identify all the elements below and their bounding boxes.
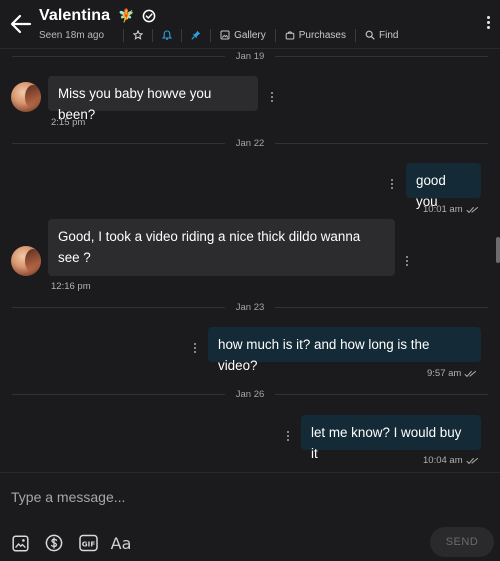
header-meta-row: Seen 18m ago Gallery Purchases Find <box>39 28 398 42</box>
message-time: 10:04 am <box>423 455 480 466</box>
double-check-icon <box>466 206 478 213</box>
date-label: Jan 26 <box>235 388 265 400</box>
dollar-icon <box>45 534 62 552</box>
date-label: Jan 23 <box>235 301 265 313</box>
message-composer: GIF Aa SEND <box>0 472 500 561</box>
contact-name[interactable]: Valentina <box>39 7 110 25</box>
gallery-icon <box>220 30 230 40</box>
text-format-button[interactable]: Aa <box>110 533 132 553</box>
message-time: 2:15 pm <box>51 117 86 128</box>
contact-name-row: Valentina 🧚 <box>39 6 156 26</box>
message-time: 12:16 pm <box>51 281 91 292</box>
star-icon <box>133 30 144 40</box>
chat-header: Valentina 🧚 Seen 18m ago Gallery Purchas… <box>0 0 500 49</box>
date-divider: Jan 23 <box>12 300 488 314</box>
message-options-button[interactable] <box>193 343 196 354</box>
message-text: Good, I took a video riding a nice thick… <box>58 229 361 265</box>
purchases-label: Purchases <box>298 29 346 41</box>
pin-button[interactable] <box>191 30 201 40</box>
gif-label: GIF <box>82 540 96 549</box>
divider <box>123 28 125 42</box>
send-label: SEND <box>445 536 479 548</box>
text-format-icon: Aa <box>110 533 132 553</box>
double-check-icon <box>466 457 478 464</box>
gif-icon: GIF <box>79 534 98 552</box>
message-options-button[interactable] <box>405 256 408 267</box>
back-button[interactable] <box>10 14 34 34</box>
gallery-button[interactable]: Gallery <box>220 30 266 41</box>
notifications-button[interactable] <box>162 29 173 41</box>
last-seen-status: Seen 18m ago <box>39 29 105 41</box>
date-divider: Jan 19 <box>12 49 488 63</box>
date-divider: Jan 26 <box>12 387 488 401</box>
find-label: Find <box>379 29 399 41</box>
more-options-button[interactable] <box>485 16 491 34</box>
double-check-icon <box>464 370 477 377</box>
search-icon <box>365 30 375 40</box>
date-label: Jan 19 <box>235 50 265 62</box>
divider <box>355 28 356 42</box>
incoming-message-bubble[interactable]: Good, I took a video riding a nice thick… <box>48 219 395 276</box>
attach-image-button[interactable] <box>11 534 29 552</box>
message-text: how much is it? and how long is the vide… <box>218 337 430 373</box>
find-button[interactable]: Find <box>365 30 398 41</box>
message-time: 10:01 am <box>423 204 480 215</box>
purchases-button[interactable]: Purchases <box>285 30 346 41</box>
tip-button[interactable] <box>44 534 63 552</box>
date-divider: Jan 22 <box>12 136 488 150</box>
verified-icon <box>142 9 156 23</box>
image-icon <box>11 534 29 552</box>
outgoing-message-bubble[interactable]: good you <box>406 163 481 209</box>
more-vertical-icon <box>486 16 490 19</box>
gif-button[interactable]: GIF <box>79 534 98 552</box>
back-arrow-icon <box>10 14 32 34</box>
message-input[interactable] <box>11 487 411 507</box>
gallery-label: Gallery <box>234 29 266 41</box>
outgoing-message-bubble[interactable]: how much is it? and how long is the vide… <box>208 327 481 373</box>
avatar[interactable] <box>11 246 41 276</box>
scrollbar-thumb[interactable] <box>496 237 500 263</box>
date-label: Jan 22 <box>235 137 265 149</box>
outgoing-message-bubble[interactable]: let me know? I would buy it <box>301 415 481 461</box>
purchases-icon <box>285 31 295 40</box>
incoming-message-bubble[interactable]: Miss you baby howve you been? <box>48 76 258 122</box>
message-time: 9:57 am <box>427 368 478 379</box>
favorite-button[interactable] <box>133 30 144 40</box>
divider <box>210 28 212 42</box>
send-button[interactable]: SEND <box>430 527 494 557</box>
fairy-emoji: 🧚 <box>118 8 135 23</box>
pin-icon <box>191 30 201 40</box>
avatar[interactable] <box>11 82 41 112</box>
message-options-button[interactable] <box>390 179 393 190</box>
divider <box>274 28 276 42</box>
message-options-button[interactable] <box>270 92 273 103</box>
message-options-button[interactable] <box>286 431 289 442</box>
divider <box>152 28 154 42</box>
divider <box>181 28 183 42</box>
message-list[interactable]: Jan 19 Miss you baby howve you been? 2:1… <box>0 48 500 472</box>
bell-icon <box>162 29 173 40</box>
